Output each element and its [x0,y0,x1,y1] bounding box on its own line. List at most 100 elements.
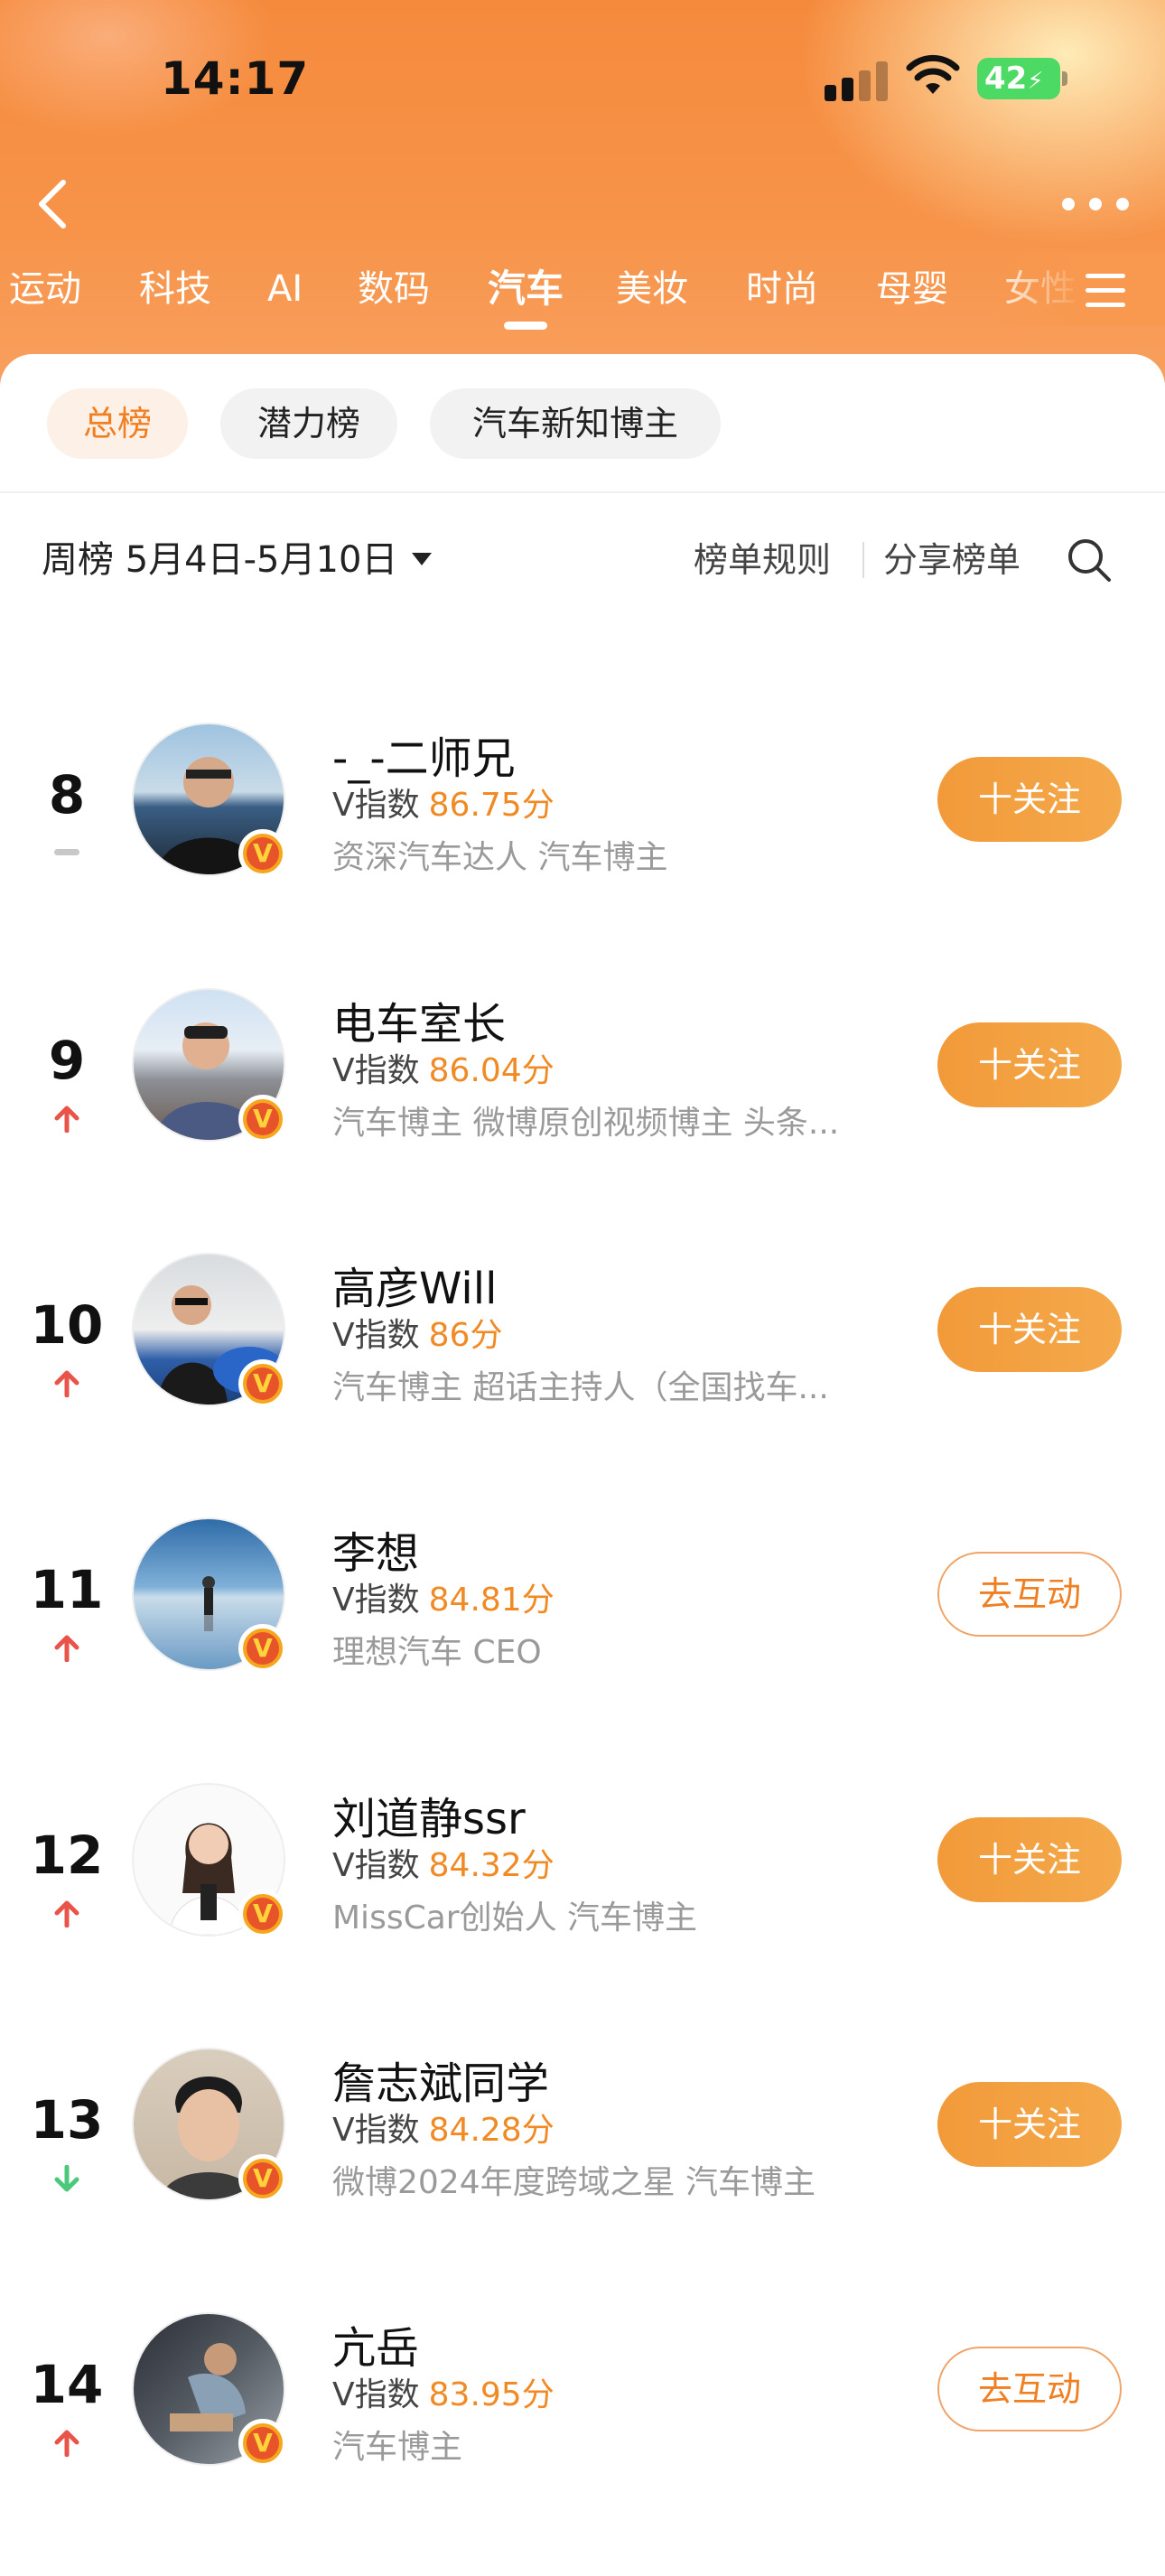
tab-ai[interactable]: AI [267,262,303,316]
avatar[interactable]: V [132,1783,287,1938]
share-link[interactable]: 分享榜单 [883,533,1021,587]
trend-up-icon [54,1900,79,1927]
trend-down-icon [54,2165,79,2192]
list-item[interactable]: 9 V 电车室长 V指数 86.04分 汽车博主 微博原创视频博主 头条... 十… [0,988,1165,1252]
v-index: V指数 83.95分 [332,2368,555,2415]
blogger-name[interactable]: 高彦Will [332,1253,497,1316]
tab-new-bloggers[interactable]: 汽车新知博主 [430,388,721,459]
trend-flat-icon [54,849,79,855]
tab-sports[interactable]: 运动 [9,262,81,316]
rank-number: 13 [30,2089,104,2151]
divider [0,491,1165,493]
blogger-name[interactable]: 刘道静ssr [332,1783,526,1846]
blogger-name[interactable]: 詹志斌同学 [332,2048,549,2111]
verified-badge-icon: V [238,1624,287,1673]
blogger-name[interactable]: -_-二师兄 [332,723,516,786]
list-item[interactable]: 11 V 李想 V指数 84.81分 理想汽车 CEO 去互动 [0,1517,1165,1781]
rank-number: 12 [30,1825,104,1886]
avatar[interactable]: V [132,1253,287,1408]
rank-number: 14 [30,2354,104,2415]
tab-digital[interactable]: 数码 [358,262,430,316]
score-label: V指数 [332,787,420,824]
cellular-signal-icon [825,61,888,101]
blogger-name[interactable]: 电车室长 [332,988,506,1051]
v-index: V指数 84.81分 [332,1573,555,1620]
battery-level: 42 [984,61,1028,97]
v-index: V指数 86.75分 [332,779,555,826]
follow-button[interactable]: 十关注 [937,1022,1122,1107]
verified-badge-icon: V [238,1359,287,1408]
avatar[interactable]: V [132,988,287,1143]
score-label: V指数 [332,1052,420,1089]
score-value: 84.32分 [428,1847,555,1884]
verified-badge-icon: V [238,829,287,878]
verified-badge-icon: V [238,2419,287,2468]
v-index: V指数 84.28分 [332,2104,555,2151]
blogger-name[interactable]: 亢岳 [332,2312,419,2375]
score-label: V指数 [332,2376,420,2413]
trend-up-icon [54,1370,79,1397]
tab-beauty[interactable]: 美妆 [616,262,688,316]
list-item[interactable]: 10 V 高彦Will V指数 86分 汽车博主 超话主持人（全国找车... 十关… [0,1253,1165,1517]
score-value: 83.95分 [428,2376,555,2413]
v-index: V指数 86分 [332,1309,502,1356]
follow-button[interactable]: 十关注 [937,1817,1122,1902]
v-index: V指数 84.32分 [332,1839,555,1886]
rank-number: 10 [30,1294,104,1356]
trend-up-icon [54,1635,79,1662]
avatar[interactable]: V [132,723,287,878]
list-item[interactable]: 8 V -_-二师兄 V指数 86.75分 资深汽车达人 汽车博主 十关注 [0,723,1165,986]
list-item[interactable]: 12 V 刘道静ssr V指数 84.32分 MissCar创始人 汽车博主 十关… [0,1783,1165,2047]
list-item[interactable]: 13 V 詹志斌同学 V指数 84.28分 微博2024年度跨域之星 汽车博主 十… [0,2048,1165,2311]
blogger-description: 汽车博主 微博原创视频博主 头条... [332,1105,840,1142]
score-value: 84.81分 [428,1582,555,1619]
trend-up-icon [54,1106,79,1133]
tab-auto[interactable]: 汽车 [488,262,564,316]
blogger-description: 理想汽车 CEO [332,1634,542,1671]
more-options-icon[interactable] [1062,193,1129,215]
score-value: 86.75分 [428,787,555,824]
battery-icon: 42⚡ [977,58,1067,99]
score-value: 86.04分 [428,1052,555,1089]
v-index: V指数 86.04分 [332,1044,555,1091]
score-value: 84.28分 [428,2112,555,2149]
follow-button[interactable]: 十关注 [937,2082,1122,2167]
follow-button[interactable]: 十关注 [937,757,1122,842]
back-arrow-icon[interactable] [27,177,81,231]
avatar[interactable]: V [132,1517,287,1673]
chevron-down-icon[interactable] [412,553,432,565]
active-tab-indicator [504,322,547,330]
blogger-name[interactable]: 李想 [332,1517,419,1581]
blogger-description: MissCar创始人 汽车博主 [332,1899,698,1937]
follow-button[interactable]: 十关注 [937,1287,1122,1372]
period-selector[interactable]: 周榜 5月4日-5月10日 [42,533,397,587]
tab-bar-fade [984,253,1165,325]
tab-parenting[interactable]: 母婴 [876,262,948,316]
rules-link[interactable]: 榜单规则 [694,533,831,587]
menu-icon[interactable] [1086,274,1125,308]
tab-tech[interactable]: 科技 [139,262,211,316]
tab-potential[interactable]: 潜力榜 [220,388,397,459]
avatar[interactable]: V [132,2048,287,2203]
search-icon[interactable] [1066,537,1113,583]
blogger-description: 微博2024年度跨域之星 汽车博主 [332,2164,816,2201]
score-label: V指数 [332,2112,420,2149]
wifi-icon [906,54,960,94]
tab-overall[interactable]: 总榜 [47,388,188,459]
verified-badge-icon: V [238,1890,287,1938]
verified-badge-icon: V [238,2154,287,2203]
rank-number: 8 [48,764,86,826]
score-label: V指数 [332,1847,420,1884]
list-item[interactable]: 14 V 亢岳 V指数 83.95分 汽车博主 去互动 [0,2312,1165,2576]
verified-badge-icon: V [238,1095,287,1143]
interact-button[interactable]: 去互动 [937,2347,1122,2431]
interact-button[interactable]: 去互动 [937,1552,1122,1637]
blogger-description: 资深汽车达人 汽车博主 [332,839,668,876]
score-value: 86分 [428,1317,503,1354]
tab-fashion[interactable]: 时尚 [746,262,818,316]
rank-number: 11 [30,1559,104,1620]
score-label: V指数 [332,1317,420,1354]
rank-number: 9 [48,1030,86,1091]
avatar[interactable]: V [132,2312,287,2468]
score-label: V指数 [332,1582,420,1619]
